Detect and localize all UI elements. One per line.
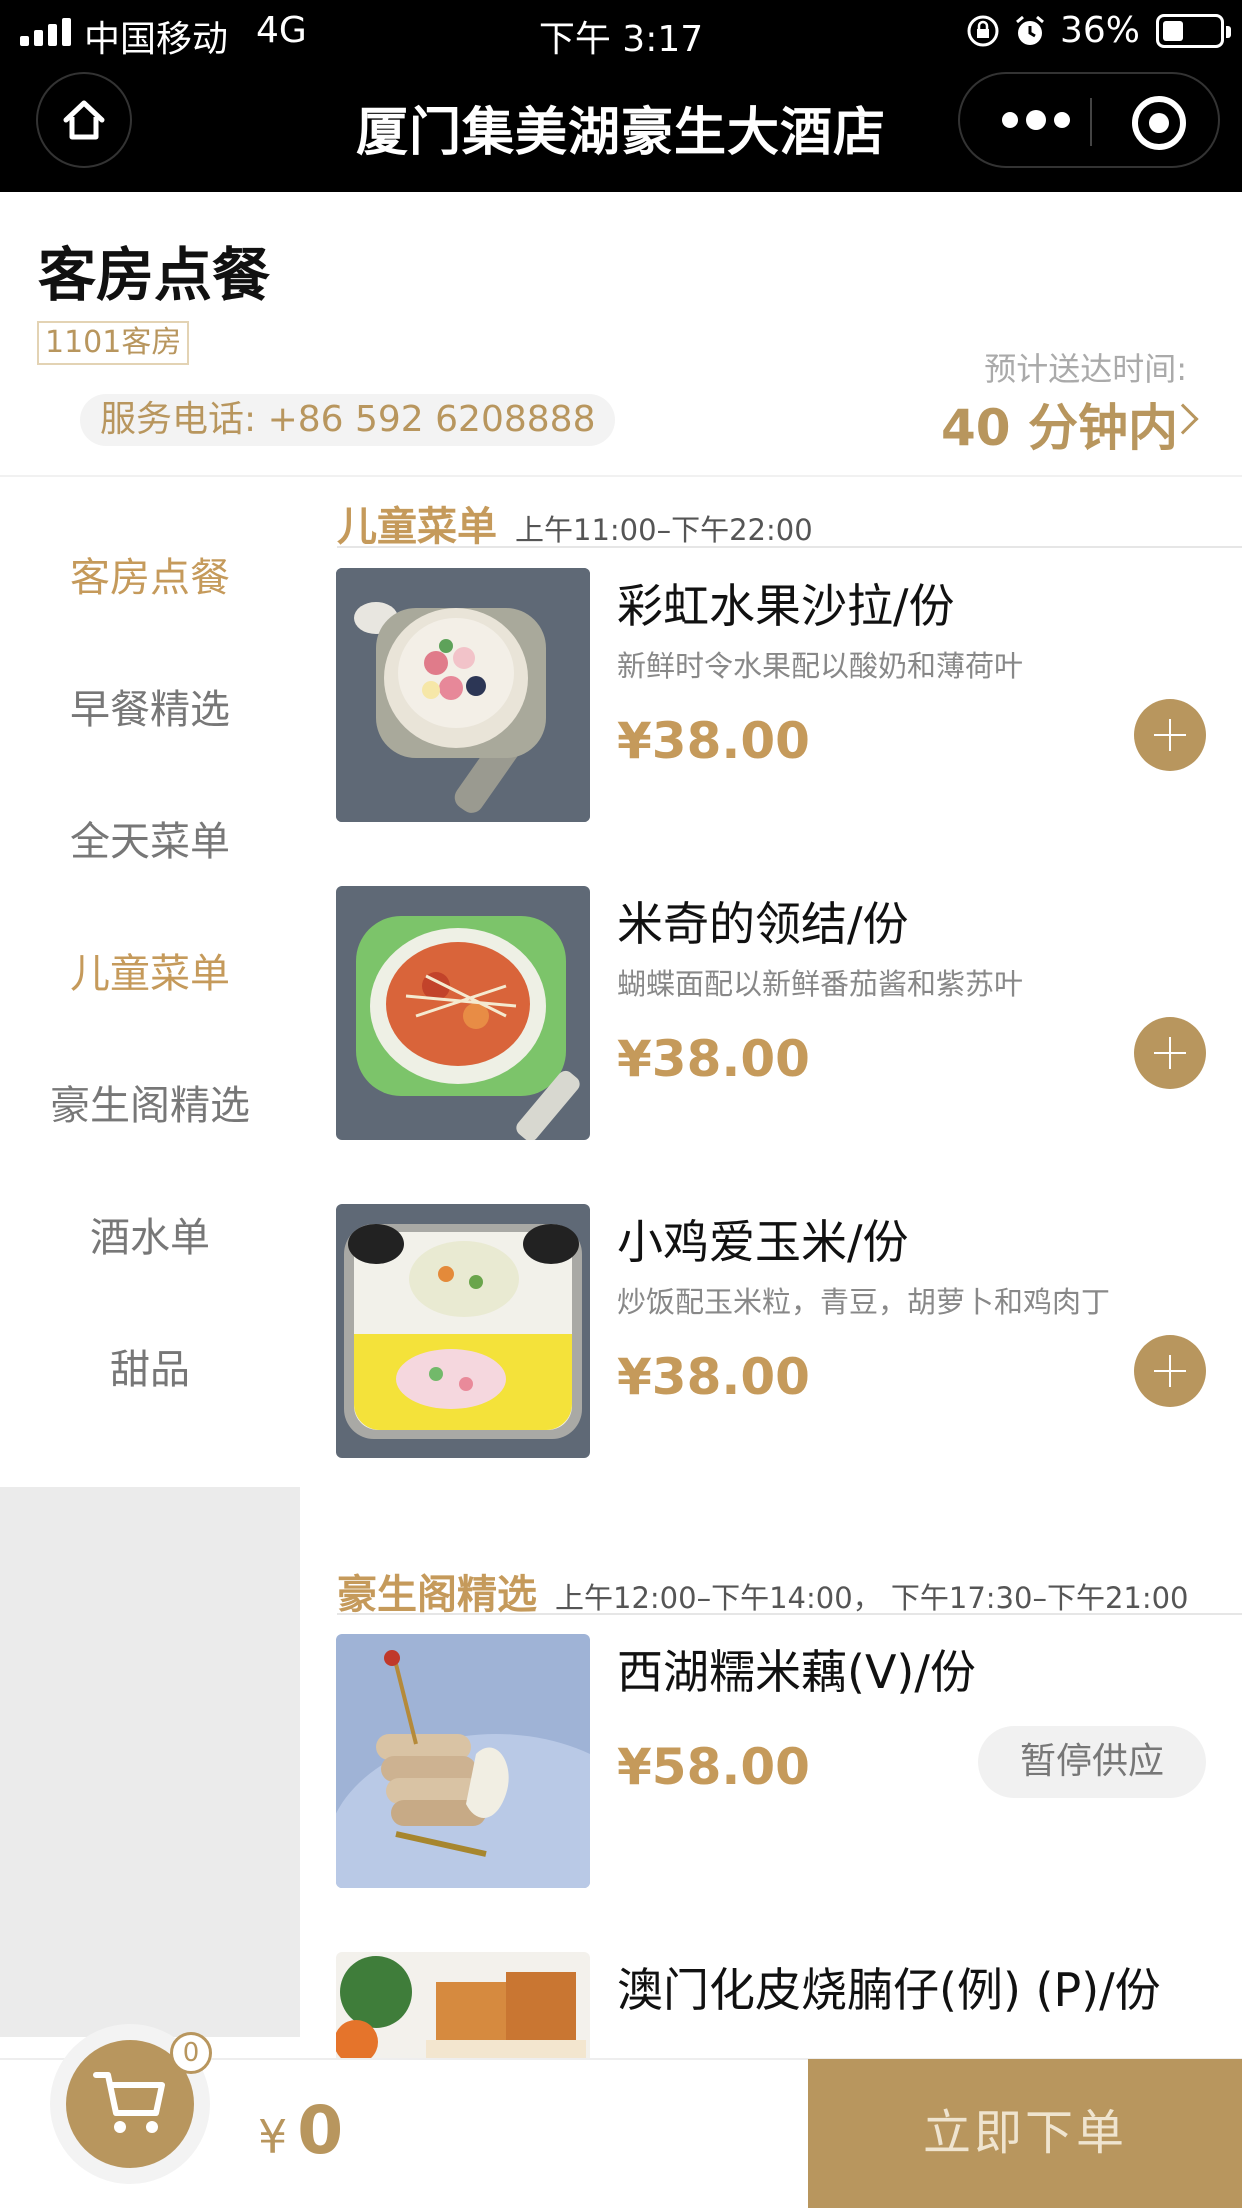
sidebar-item-dessert[interactable]: 甜品 [0,1337,300,1395]
section-hours: 上午11:00–下午22:00 [515,513,813,547]
dish-description: 炒饭配玉米粒，青豆，胡萝卜和鸡肉丁 [617,1285,1111,1319]
dish-image[interactable] [336,886,590,1140]
plus-icon[interactable] [1134,1017,1206,1089]
room-dining-page: { "status_bar": {"carrier": "中国移动", "net… [0,0,1242,2208]
plus-icon[interactable] [1134,699,1206,771]
section-header-kids: 儿童菜单 上午11:00–下午22:00 [337,494,813,552]
section-hours: 上午12:00–下午14:00， 下午17:30–下午21:00 [555,1581,1189,1615]
capsule-divider [1090,98,1092,146]
dish-name: 小鸡爱玉米/份 [617,1215,909,1269]
total-amount: 0 [297,2092,344,2169]
dish-image[interactable] [336,1204,590,1458]
battery-percent: 36% [1059,10,1140,51]
dish-description: 新鲜时令水果配以酸奶和薄荷叶 [617,649,1024,683]
sidebar-item-kids[interactable]: 儿童菜单 [0,941,300,999]
status-bar: 中国移动 4G 下午 3:17 36% [0,0,1242,62]
sidebar-item-howard-selection[interactable]: 豪生阁精选 [0,1073,300,1131]
divider [337,546,1242,548]
sidebar-list: 客房点餐 早餐精选 全天菜单 儿童菜单 豪生阁精选 酒水单 甜品 [0,477,300,1487]
eta-label: 预计送达时间: [984,350,1187,388]
currency-symbol: ¥ [258,2110,288,2164]
sidebar-item-breakfast[interactable]: 早餐精选 [0,677,300,735]
cart-icon [93,2072,165,2133]
room-tag: 1101客房 [37,321,190,365]
more-dots-icon[interactable] [1002,110,1070,130]
dish-price: ¥58.00 [617,1738,810,1796]
plus-icon[interactable] [1134,1335,1206,1407]
mini-program-capsule [958,72,1220,168]
service-phone[interactable]: 服务电话: +86 592 6208888 [80,394,616,446]
divider [337,1613,1242,1615]
sidebar-item-room-dining[interactable]: 客房点餐 [0,545,300,603]
section-title: 儿童菜单 [337,504,497,550]
sidebar-item-drinks[interactable]: 酒水单 [0,1205,300,1263]
order-now-button[interactable]: 立即下单 [808,2059,1242,2208]
dish-price: ¥38.00 [617,1030,810,1088]
dish-name: 西湖糯米藕(V)/份 [617,1645,976,1699]
battery-icon [1156,13,1231,48]
lock-rotation-icon [967,15,999,46]
dish-name: 米奇的领结/份 [617,897,909,951]
category-sidebar: 客房点餐 早餐精选 全天菜单 儿童菜单 豪生阁精选 酒水单 甜品 [0,477,300,2037]
alarm-icon [1016,15,1044,45]
cart-count-badge: 0 [170,2032,212,2074]
section-header-howard: 豪生阁精选 上午12:00–下午14:00， 下午17:30–下午21:00 [337,1562,1189,1620]
dish-name: 彩虹水果沙拉/份 [617,579,955,633]
dish-price: ¥38.00 [617,712,810,770]
cart-total: ¥ 0 [258,2092,343,2169]
page-title: 客房点餐 [38,241,271,309]
target-icon[interactable] [1132,96,1186,150]
dish-image[interactable] [336,568,590,822]
dish-description: 蝴蝶面配以新鲜番茄酱和紫苏叶 [617,967,1024,1001]
top-bar: 中国移动 4G 下午 3:17 36% 厦门集美湖豪生大酒店 [0,0,1242,192]
sidebar-item-all-day[interactable]: 全天菜单 [0,809,300,867]
dish-name: 澳门化皮烧腩仔(例) (P)/份 [617,1963,1161,2017]
eta-value[interactable]: 40 分钟内 [941,388,1178,460]
dish-image[interactable] [336,1634,590,1888]
unavailable-badge: 暂停供应 [978,1726,1206,1798]
section-title: 豪生阁精选 [337,1572,537,1618]
dish-price: ¥38.00 [617,1348,810,1406]
